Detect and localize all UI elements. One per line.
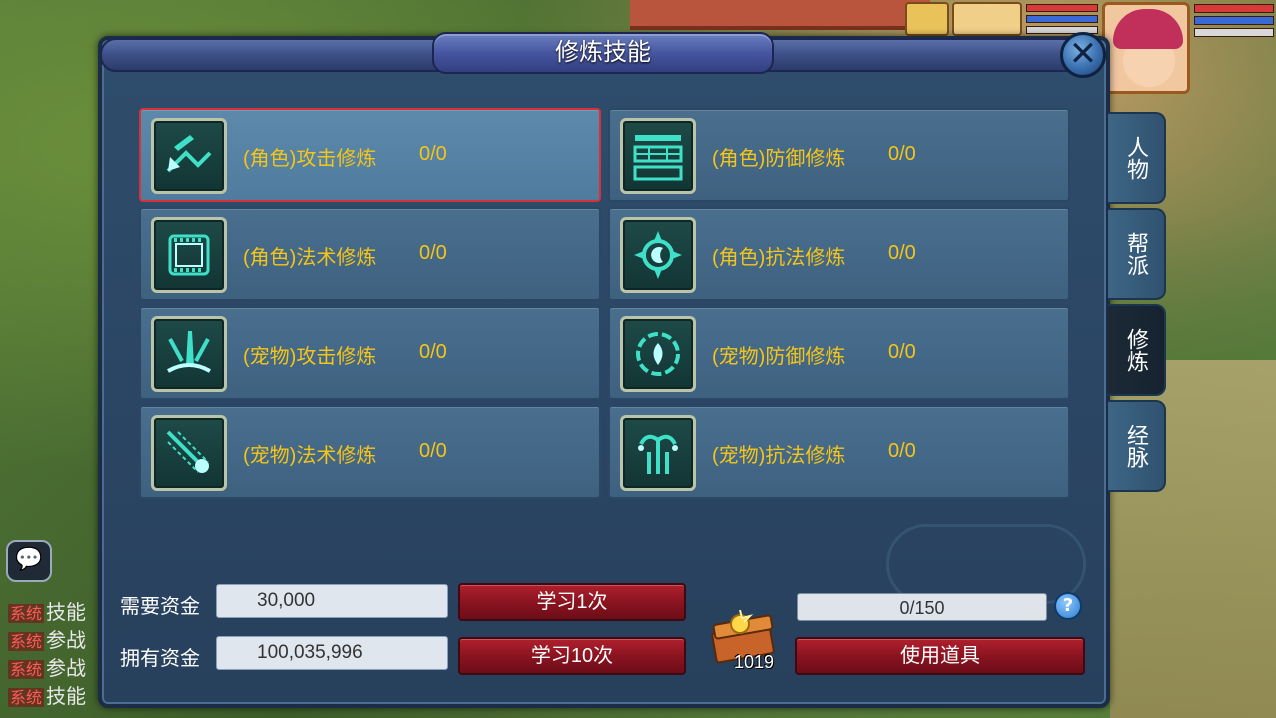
skill-level: 0/0 bbox=[888, 341, 916, 363]
skill-name: (宠物)法术修炼 bbox=[243, 445, 377, 467]
skill-name: (宠物)防御修炼 bbox=[712, 346, 846, 368]
pet-portrait-secondary[interactable] bbox=[952, 2, 1022, 36]
background-roof bbox=[630, 0, 930, 30]
chat-icon[interactable]: 💬 bbox=[6, 540, 52, 582]
owned-funds-field: 100,035,996 bbox=[216, 636, 448, 670]
tab-label: 经脉 bbox=[1124, 424, 1149, 468]
tab-guild[interactable]: 帮派 bbox=[1108, 208, 1166, 300]
skill-item-pet-defense[interactable]: (宠物)防御修炼 0/0 bbox=[608, 306, 1070, 400]
skill-item-pet-resist[interactable]: (宠物)抗法修炼 0/0 bbox=[608, 405, 1070, 499]
comet-icon bbox=[151, 415, 227, 491]
learn-once-button[interactable]: 学习1次 bbox=[458, 583, 686, 621]
pet-portrait[interactable] bbox=[905, 2, 949, 36]
chat-line: 系统 技能 bbox=[8, 684, 87, 708]
player-avatar[interactable] bbox=[1102, 2, 1190, 94]
scroll-icon bbox=[151, 217, 227, 293]
chat-line: 系统 参战 bbox=[8, 628, 87, 652]
owned-funds-label: 拥有资金 bbox=[120, 648, 200, 670]
tab-character[interactable]: 人物 bbox=[1108, 112, 1166, 204]
tab-label: 修炼 bbox=[1124, 328, 1149, 372]
wall-icon bbox=[620, 118, 696, 194]
skill-item-role-defense[interactable]: (角色)防御修炼 0/0 bbox=[608, 108, 1070, 202]
help-icon[interactable]: ? bbox=[1054, 592, 1082, 620]
sun-moon-icon bbox=[620, 217, 696, 293]
progress-text: 0/150 bbox=[899, 598, 945, 618]
chat-line: 系统 技能 bbox=[8, 600, 87, 624]
tab-label: 人物 bbox=[1124, 136, 1149, 180]
tab-label: 帮派 bbox=[1124, 232, 1149, 276]
required-funds-label: 需要资金 bbox=[120, 596, 200, 618]
skill-name: (宠物)攻击修炼 bbox=[243, 346, 377, 368]
skill-name: (角色)攻击修炼 bbox=[243, 148, 377, 170]
skill-name: (角色)抗法修炼 bbox=[712, 247, 846, 269]
tab-cultivation[interactable]: 修炼 bbox=[1108, 304, 1166, 396]
skill-level: 0/0 bbox=[888, 242, 916, 264]
skill-level: 0/0 bbox=[419, 341, 447, 363]
panel-title: 修炼技能 bbox=[555, 39, 651, 66]
sword-shield-icon bbox=[151, 118, 227, 194]
skill-level: 0/0 bbox=[419, 143, 447, 165]
skill-item-pet-attack[interactable]: (宠物)攻击修炼 0/0 bbox=[139, 306, 601, 400]
skill-level: 0/0 bbox=[888, 143, 916, 165]
skill-level: 0/0 bbox=[419, 440, 447, 462]
skill-item-role-attack[interactable]: (角色)攻击修炼 0/0 bbox=[139, 108, 601, 202]
item-count: 1019 bbox=[734, 652, 775, 672]
fountain-icon bbox=[620, 415, 696, 491]
learn-ten-button[interactable]: 学习10次 bbox=[458, 637, 686, 675]
cloud-decoration bbox=[886, 524, 1086, 604]
skill-level: 0/0 bbox=[888, 440, 916, 462]
player-status-bars bbox=[1194, 4, 1274, 50]
close-button[interactable]: ✕ bbox=[1060, 32, 1106, 78]
claw-icon bbox=[151, 316, 227, 392]
skill-name: (角色)防御修炼 bbox=[712, 148, 846, 170]
tab-meridian[interactable]: 经脉 bbox=[1108, 400, 1166, 492]
close-icon: ✕ bbox=[1068, 34, 1098, 74]
cultivation-progress-bar: 0/150 bbox=[797, 593, 1047, 621]
skill-level: 0/0 bbox=[419, 242, 447, 264]
skill-item-role-magic[interactable]: (角色)法术修炼 0/0 bbox=[139, 207, 601, 301]
use-item-button[interactable]: 使用道具 bbox=[795, 637, 1085, 675]
skill-item-role-resist[interactable]: (角色)抗法修炼 0/0 bbox=[608, 207, 1070, 301]
chat-line: 系统 参战 bbox=[8, 656, 87, 680]
skill-name: (宠物)抗法修炼 bbox=[712, 445, 846, 467]
skill-item-pet-magic[interactable]: (宠物)法术修炼 0/0 bbox=[139, 405, 601, 499]
skill-name: (角色)法术修炼 bbox=[243, 247, 377, 269]
help-label: ? bbox=[1062, 595, 1074, 616]
flame-ring-icon bbox=[620, 316, 696, 392]
required-funds-field: 30,000 bbox=[216, 584, 448, 618]
